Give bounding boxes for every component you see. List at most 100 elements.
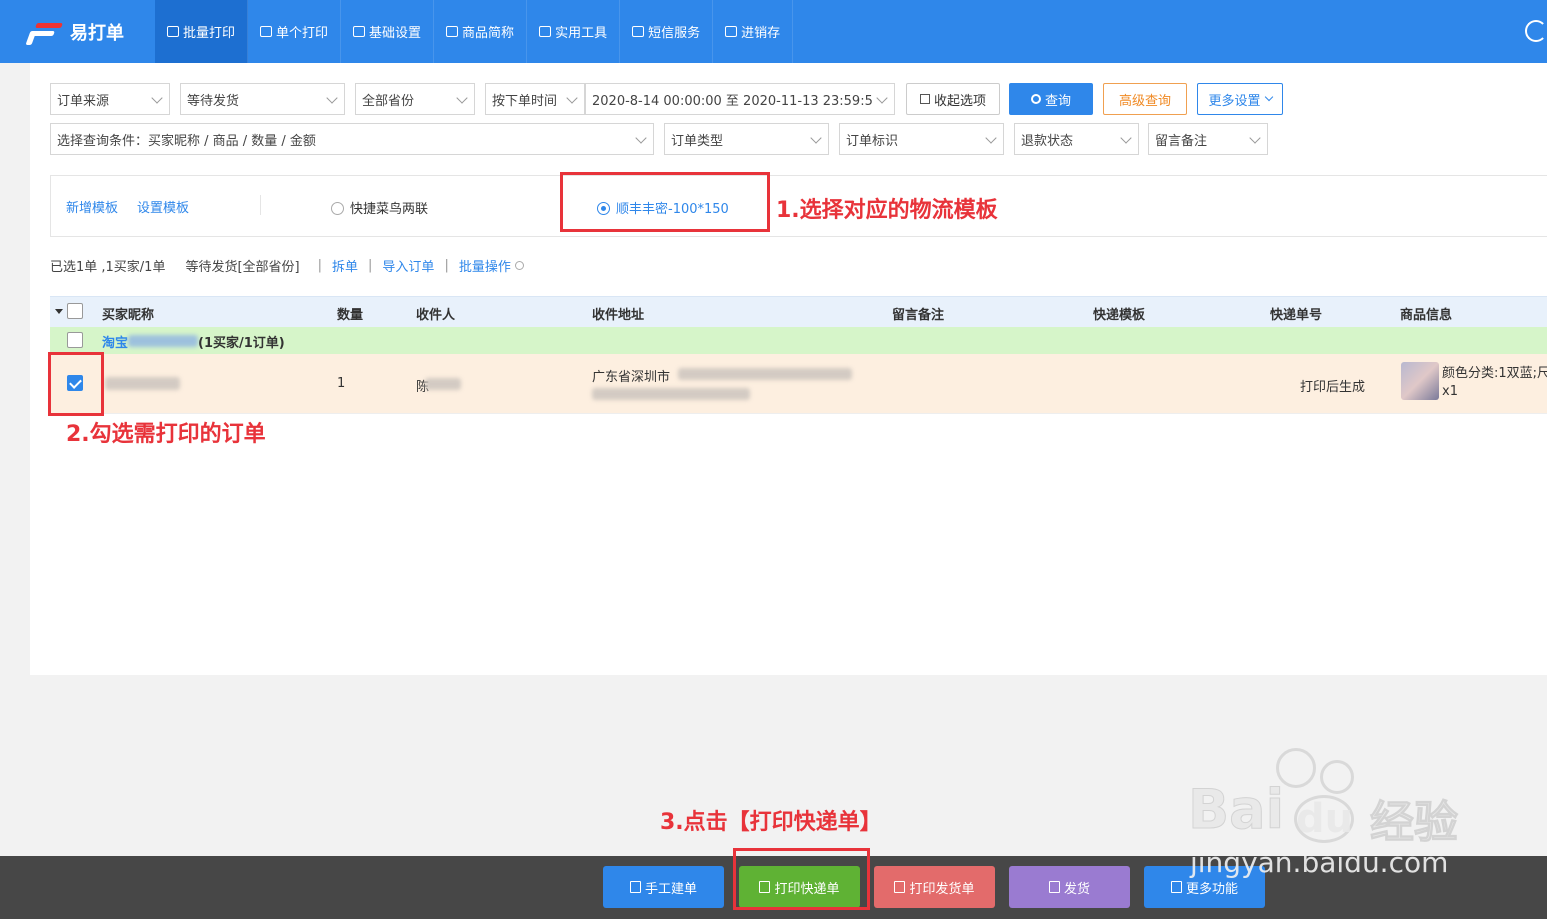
divider bbox=[260, 195, 261, 215]
nav-tools[interactable]: 实用工具 bbox=[527, 0, 621, 63]
app-logo[interactable]: 易打单 bbox=[0, 0, 155, 63]
time-type-select[interactable]: 按下单时间 bbox=[485, 83, 585, 115]
order-flag-select[interactable]: 订单标识 bbox=[839, 123, 1004, 155]
order-source-select[interactable]: 订单来源 bbox=[50, 83, 170, 115]
select-all-checkbox[interactable] bbox=[67, 303, 83, 319]
main-nav: 批量打印 单个打印 基础设置 商品简称 实用工具 短信服务 进销存 bbox=[155, 0, 794, 63]
logo-icon bbox=[25, 21, 63, 45]
nav-batch-print[interactable]: 批量打印 bbox=[155, 0, 249, 63]
blurred-recipient bbox=[425, 378, 461, 390]
column-tracking[interactable]: 快递单号 bbox=[1270, 304, 1322, 323]
add-template-link[interactable]: 新增模板 bbox=[66, 197, 118, 216]
printer-icon bbox=[260, 26, 273, 37]
chevron-down-icon bbox=[514, 261, 524, 270]
separator: | bbox=[368, 258, 373, 273]
province-select[interactable]: 全部省份 bbox=[355, 83, 475, 115]
radio-button[interactable] bbox=[331, 202, 344, 215]
refund-status-select[interactable]: 退款状态 bbox=[1014, 123, 1139, 155]
document-icon bbox=[629, 881, 641, 893]
chevron-down-icon bbox=[810, 132, 822, 144]
chevron-down-icon bbox=[1264, 92, 1273, 102]
group-buyer-prefix[interactable]: 淘宝 bbox=[102, 332, 128, 351]
table-row[interactable]: 1 陈 广东省深圳市 打印后生成 颜色分类:1双蓝;尺 x1 bbox=[50, 354, 1547, 414]
column-buyer[interactable]: 买家昵称 bbox=[102, 304, 154, 323]
chevron-down-icon bbox=[566, 92, 578, 104]
table-header: 买家昵称 数量 收件人 收件地址 留言备注 快递模板 快递单号 商品信息 bbox=[50, 296, 1547, 327]
column-qty[interactable]: 数量 bbox=[337, 304, 363, 323]
group-count: (1买家/1订单) bbox=[198, 336, 285, 351]
row-product-qty: x1 bbox=[1442, 384, 1458, 399]
order-type-select[interactable]: 订单类型 bbox=[664, 123, 829, 155]
annotation-step1: 1.选择对应的物流模板 bbox=[776, 198, 998, 223]
product-thumbnail[interactable] bbox=[1401, 362, 1439, 400]
advanced-query-button[interactable]: 高级查询 bbox=[1103, 83, 1187, 115]
envelope-icon bbox=[632, 26, 645, 37]
chevron-down-icon bbox=[985, 132, 997, 144]
wrench-icon bbox=[539, 26, 552, 37]
column-memo[interactable]: 留言备注 bbox=[892, 304, 944, 323]
selection-status-line: 已选1单 ,1买家/1单 等待发货[全部省份] | 拆单 | 导入订单 | 批量… bbox=[50, 256, 534, 275]
printer-icon bbox=[894, 881, 906, 893]
app-name: 易打单 bbox=[70, 22, 124, 44]
separator: | bbox=[317, 258, 323, 273]
assistant-icon[interactable] bbox=[1525, 20, 1547, 42]
print-invoice-button[interactable]: 打印发货单 bbox=[874, 866, 995, 908]
group-checkbox[interactable] bbox=[67, 332, 83, 348]
monitor-icon bbox=[353, 26, 366, 37]
nav-single-print[interactable]: 单个打印 bbox=[248, 0, 342, 63]
query-condition-select[interactable]: 选择查询条件：买家昵称 / 商品 / 数量 / 金额 bbox=[50, 123, 654, 155]
blurred-buyer bbox=[105, 377, 180, 390]
date-range-input[interactable]: 2020-8-14 00:00:00 至 2020-11-13 23:59:5 bbox=[585, 83, 895, 115]
chevron-down-icon bbox=[635, 132, 647, 144]
chevron-down-icon bbox=[456, 92, 468, 104]
highlight-print-button-box bbox=[733, 848, 870, 910]
chevron-down-icon bbox=[326, 92, 338, 104]
set-template-link[interactable]: 设置模板 bbox=[137, 197, 189, 216]
query-button[interactable]: 查询 bbox=[1009, 83, 1093, 115]
nav-basic-settings[interactable]: 基础设置 bbox=[341, 0, 435, 63]
top-navigation-bar: 易打单 批量打印 单个打印 基础设置 商品简称 实用工具 短信服务 进销存 bbox=[0, 0, 1547, 63]
row-address: 广东省深圳市 bbox=[592, 370, 671, 385]
buyer-group-row: 淘宝 (1买家/1订单) bbox=[50, 327, 1547, 354]
paw-icon bbox=[1320, 760, 1354, 794]
column-product[interactable]: 商品信息 bbox=[1400, 304, 1452, 323]
nav-sms[interactable]: 短信服务 bbox=[620, 0, 714, 63]
printer-icon bbox=[167, 26, 179, 37]
truck-icon bbox=[1048, 881, 1060, 893]
watermark-brand: Bai bbox=[1187, 778, 1285, 842]
column-recipient[interactable]: 收件人 bbox=[416, 304, 455, 323]
watermark-brand2: du bbox=[1296, 796, 1354, 842]
chevron-down-icon bbox=[1249, 132, 1261, 144]
inventory-icon bbox=[725, 26, 738, 37]
ship-button[interactable]: 发货 bbox=[1009, 866, 1130, 908]
annotation-step2: 2.勾选需打印的订单 bbox=[66, 422, 266, 447]
blurred-buyer-name bbox=[128, 335, 198, 347]
annotation-step3: 3.点击【打印快递单】 bbox=[660, 810, 882, 835]
manual-order-button[interactable]: 手工建单 bbox=[603, 866, 724, 908]
separator: | bbox=[444, 258, 449, 273]
selected-count: 已选1单 ,1买家/1单 bbox=[50, 260, 166, 275]
row-qty: 1 bbox=[337, 376, 346, 391]
highlight-template-box bbox=[560, 172, 770, 232]
nav-inventory[interactable]: 进销存 bbox=[713, 0, 794, 63]
plus-square-icon bbox=[1170, 881, 1182, 893]
collapse-options-button[interactable]: 收起选项 bbox=[906, 83, 1000, 115]
batch-operation-link[interactable]: 批量操作 bbox=[459, 256, 511, 275]
minus-square-icon bbox=[919, 94, 930, 104]
template-option-cainiao[interactable]: 快捷菜鸟两联 bbox=[331, 198, 428, 217]
memo-select[interactable]: 留言备注 bbox=[1148, 123, 1268, 155]
column-template[interactable]: 快递模板 bbox=[1093, 304, 1145, 323]
status-select[interactable]: 等待发货 bbox=[180, 83, 345, 115]
column-address[interactable]: 收件地址 bbox=[592, 304, 644, 323]
nav-product-alias[interactable]: 商品简称 bbox=[434, 0, 528, 63]
highlight-checkbox-box bbox=[48, 352, 104, 416]
import-order-link[interactable]: 导入订单 bbox=[382, 256, 434, 275]
caret-down-icon[interactable] bbox=[55, 309, 63, 314]
watermark-cn: 经验 bbox=[1370, 797, 1459, 849]
more-settings-button[interactable]: 更多设置 bbox=[1197, 83, 1283, 115]
chevron-down-icon bbox=[876, 92, 888, 104]
search-icon bbox=[1030, 94, 1041, 104]
split-order-link[interactable]: 拆单 bbox=[332, 256, 358, 275]
blurred-address-2 bbox=[592, 388, 750, 400]
list-icon bbox=[446, 26, 459, 37]
